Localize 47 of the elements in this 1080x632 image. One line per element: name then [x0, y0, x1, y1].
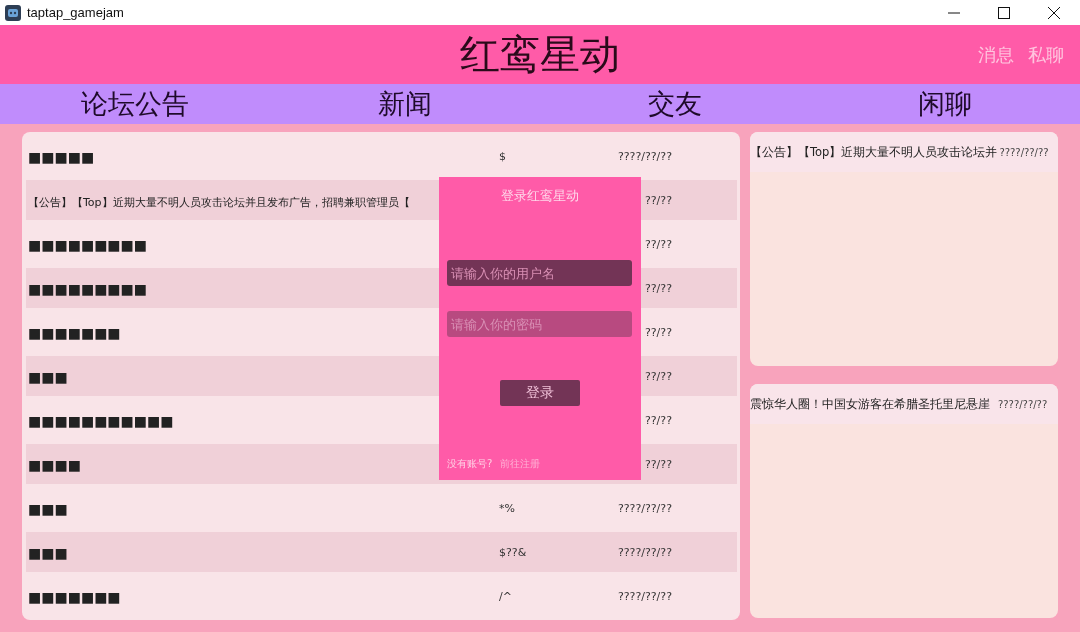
post-title: ■■■■■■■■■: [28, 236, 148, 253]
post-title: ■■■■■: [28, 148, 95, 165]
nav-tab[interactable]: 闲聊: [918, 86, 972, 122]
post-date: ????/??/??: [617, 589, 672, 603]
post-title: ■■■■■■■: [28, 324, 121, 341]
post-tag: /^: [499, 589, 512, 603]
post-title: ■■■■■■■■■■■: [28, 412, 174, 429]
post-date: ??/??: [644, 325, 672, 339]
post-title: ■■■: [28, 544, 68, 561]
login-button[interactable]: 登录: [500, 380, 580, 406]
post-title: ■■■■: [28, 456, 81, 473]
window-title: taptap_gamejam: [27, 5, 125, 20]
app-icon: [5, 4, 21, 21]
post-date: ??/??: [644, 369, 672, 383]
item-date: ????/??/??: [998, 398, 1048, 410]
post-date: ??/??: [644, 457, 672, 471]
post-date: ????/??/??: [617, 545, 672, 559]
post-title: ■■■■■■■■■: [28, 280, 148, 297]
close-icon[interactable]: [1048, 6, 1060, 19]
item-title: 震惊华人圈！中国女游客在希腊圣托里尼悬崖: [750, 396, 990, 412]
nav-tab[interactable]: 新闻: [378, 86, 432, 122]
register-prompt: 没有账号?: [447, 457, 493, 471]
post-date: ????/??/??: [617, 501, 672, 515]
post-title: 【公告】【Top】近期大量不明人员攻击论坛并且发布广告，招聘兼职管理员【: [28, 195, 410, 209]
password-field[interactable]: 请输入你的密码: [447, 311, 632, 337]
post-date: ??/??: [644, 413, 672, 427]
post-tag: *%: [499, 501, 515, 515]
post-tag: $: [499, 149, 506, 163]
post-tag: $??&: [499, 545, 527, 559]
post-title: ■■■: [28, 500, 68, 517]
item-title: 【公告】【Top】近期大量不明人员攻击论坛并: [750, 144, 998, 160]
post-title: ■■■: [28, 368, 68, 385]
post-date: ??/??: [644, 237, 672, 251]
post-date: ????/??/??: [617, 149, 672, 163]
nav-tab[interactable]: 论坛公告: [81, 86, 189, 122]
side-item[interactable]: 震惊华人圈！中国女游客在希腊圣托里尼悬崖 ????/??/??: [750, 384, 1058, 424]
post-row[interactable]: ■■■ $??& ????/??/??: [26, 532, 737, 572]
item-date: ????/??/??: [999, 146, 1049, 158]
side-item[interactable]: 【公告】【Top】近期大量不明人员攻击论坛并 ????/??/??: [750, 132, 1058, 172]
post-title: ■■■■■■■: [28, 588, 121, 605]
post-date: ??/??: [644, 281, 672, 295]
post-date: ??/??: [644, 193, 672, 207]
maximize-icon[interactable]: [998, 6, 1010, 19]
app-title: 红鸾星动: [460, 30, 620, 79]
username-field[interactable]: 请输入你的用户名: [447, 260, 632, 286]
nav-tab[interactable]: 交友: [648, 86, 702, 122]
dialog-title: 登录红鸾星动: [500, 187, 580, 205]
